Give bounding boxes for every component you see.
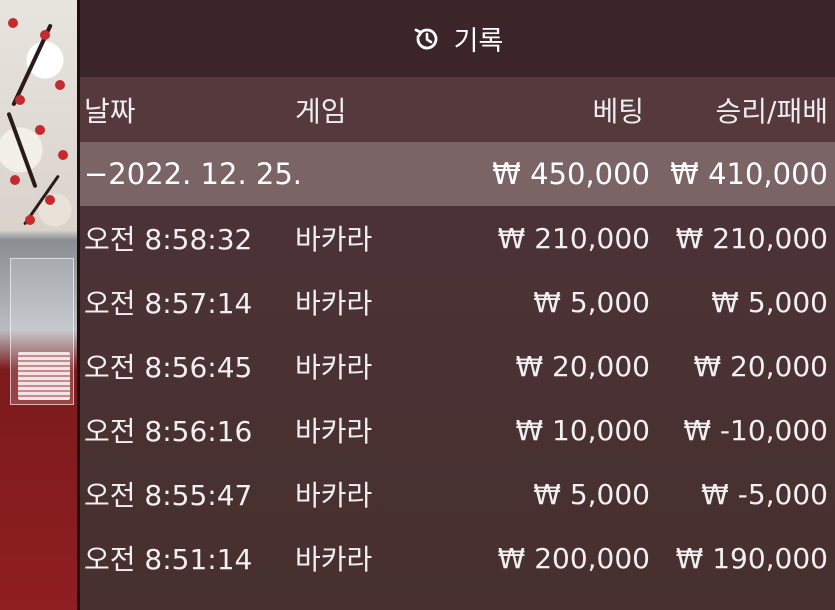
row-game: 바카라 <box>295 479 373 512</box>
column-header-bet: 베팅 <box>592 94 644 128</box>
row-game: 바카라 <box>295 351 373 384</box>
row-result: ₩ -10,000 <box>683 413 828 447</box>
table-header: 날짜 게임 베팅 승리/패배 <box>80 77 835 142</box>
table-row[interactable]: 오전 8:58:32 바카라 ₩ 210,000 ₩ 210,000 <box>80 206 835 270</box>
date-group-row[interactable]: −2022. 12. 25. ₩ 450,000 ₩ 410,000 <box>80 142 835 206</box>
row-time: 오전 8:57:14 <box>84 287 253 320</box>
row-result: ₩ 210,000 <box>675 221 828 255</box>
table-row[interactable]: 오전 8:55:47 바카라 ₩ 5,000 ₩ -5,000 <box>80 462 835 526</box>
casino-background <box>0 0 80 610</box>
row-time: 오전 8:58:32 <box>84 223 253 256</box>
row-game: 바카라 <box>295 287 373 320</box>
history-panel: 기록 날짜 게임 베팅 승리/패배 −2022. 12. 25. ₩ 450,0… <box>80 0 835 610</box>
table-row[interactable]: 오전 8:56:16 바카라 ₩ 10,000 ₩ -10,000 <box>80 398 835 462</box>
group-date: −2022. 12. 25. <box>84 157 302 191</box>
row-game: 바카라 <box>295 543 373 576</box>
row-time: 오전 8:56:45 <box>84 351 253 384</box>
history-title: 기록 <box>453 26 504 57</box>
row-game: 바카라 <box>295 223 373 256</box>
group-result-total: ₩ 410,000 <box>670 157 828 191</box>
table-row[interactable]: 오전 8:56:45 바카라 ₩ 20,000 ₩ 20,000 <box>80 334 835 398</box>
row-result: ₩ -5,000 <box>701 477 828 511</box>
row-bet: ₩ 210,000 <box>497 221 650 255</box>
group-bet-total: ₩ 450,000 <box>492 157 650 191</box>
table-row[interactable]: 오전 8:51:14 바카라 ₩ 200,000 ₩ 190,000 <box>80 526 835 590</box>
row-result: ₩ 5,000 <box>711 285 828 319</box>
column-header-date: 날짜 <box>84 94 136 128</box>
row-bet: ₩ 10,000 <box>515 413 650 447</box>
row-result: ₩ 190,000 <box>675 541 828 575</box>
row-bet: ₩ 20,000 <box>515 349 650 383</box>
row-bet: ₩ 5,000 <box>533 285 650 319</box>
column-header-game: 게임 <box>295 94 347 128</box>
stage: 기록 날짜 게임 베팅 승리/패배 −2022. 12. 25. ₩ 450,0… <box>0 0 835 610</box>
history-icon <box>412 24 442 54</box>
row-time: 오전 8:55:47 <box>84 479 253 512</box>
history-header: 기록 <box>80 0 835 77</box>
column-header-result: 승리/패배 <box>715 94 828 128</box>
row-bet: ₩ 5,000 <box>533 477 650 511</box>
table-row[interactable]: 오전 8:57:14 바카라 ₩ 5,000 ₩ 5,000 <box>80 270 835 334</box>
history-list: 오전 8:58:32 바카라 ₩ 210,000 ₩ 210,000 오전 8:… <box>80 206 835 590</box>
row-bet: ₩ 200,000 <box>497 541 650 575</box>
row-game: 바카라 <box>295 415 373 448</box>
row-time: 오전 8:51:14 <box>84 543 253 576</box>
row-result: ₩ 20,000 <box>693 349 828 383</box>
row-time: 오전 8:56:16 <box>84 415 253 448</box>
